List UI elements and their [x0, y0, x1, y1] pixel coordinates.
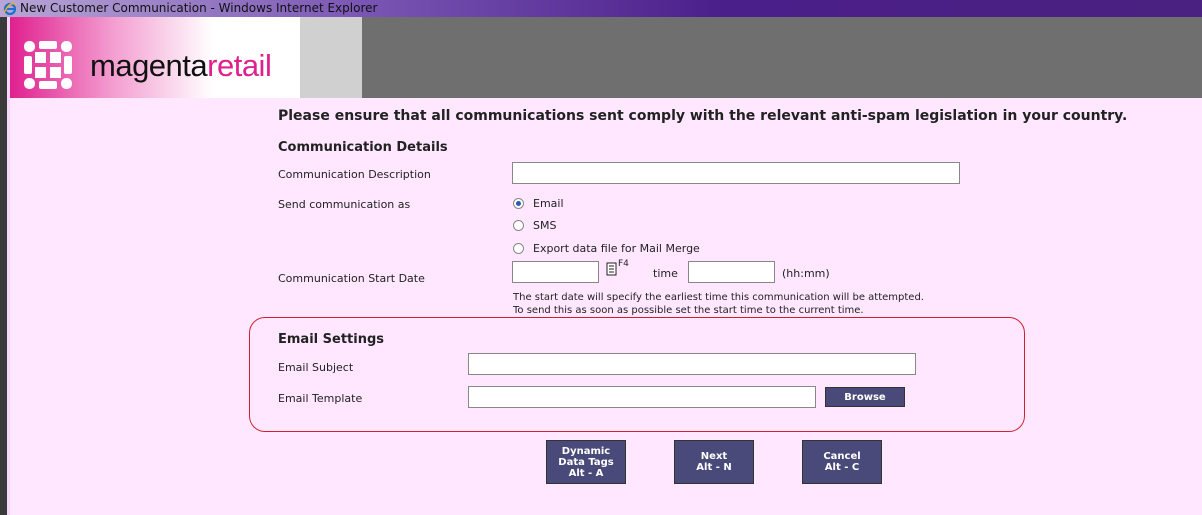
email-template-label: Email Template	[278, 392, 363, 405]
dynamic-data-tags-line1: Dynamic	[561, 445, 611, 457]
export-option-label: Export data file for Mail Merge	[533, 242, 700, 255]
email-subject-label: Email Subject	[278, 361, 354, 374]
next-button[interactable]: Next Alt - N	[674, 440, 754, 484]
calendar-icon	[606, 262, 617, 276]
send-as-export-option[interactable]: Export data file for Mail Merge	[513, 242, 700, 255]
send-as-sms-option[interactable]: SMS	[513, 219, 556, 232]
cancel-button[interactable]: Cancel Alt - C	[802, 440, 882, 484]
email-template-input[interactable]	[468, 386, 816, 408]
sms-radio[interactable]	[513, 220, 524, 231]
start-date-hint-line2: To send this as soon as possible set the…	[513, 305, 864, 316]
brand-name-part2: retail	[207, 48, 272, 83]
send-as-label: Send communication as	[278, 198, 411, 211]
next-shortcut: Alt - N	[696, 462, 732, 473]
header-gray-block	[300, 17, 362, 98]
start-date-hint: The start date will specify the earliest…	[513, 291, 924, 317]
window-title: New Customer Communication - Windows Int…	[20, 1, 378, 15]
calendar-button[interactable]: F4	[606, 259, 630, 278]
description-label: Communication Description	[278, 168, 431, 181]
email-settings-title: Email Settings	[278, 332, 384, 347]
dynamic-data-tags-button[interactable]: Dynamic Data Tags Alt - A	[546, 440, 626, 484]
ie-icon	[3, 2, 17, 16]
email-subject-input[interactable]	[468, 353, 916, 375]
app-header: magentaretail	[10, 17, 1202, 98]
calendar-shortcut-hint: F4	[618, 259, 629, 269]
logo-mark-icon	[24, 41, 72, 89]
brand-name-part1: magenta	[90, 48, 208, 83]
export-radio[interactable]	[513, 243, 524, 254]
email-option-label: Email	[533, 197, 564, 210]
start-date-label: Communication Start Date	[278, 272, 425, 285]
logo: magentaretail	[10, 17, 300, 98]
anti-spam-notice: Please ensure that all communications se…	[278, 108, 1128, 124]
brand-name: magentaretail	[90, 48, 272, 84]
sms-option-label: SMS	[533, 219, 557, 232]
start-time-input[interactable]	[688, 261, 775, 283]
start-date-hint-line1: The start date will specify the earliest…	[513, 292, 924, 303]
next-label: Next	[700, 451, 728, 462]
communication-details-title: Communication Details	[278, 140, 448, 155]
send-as-email-option[interactable]: Email	[513, 197, 564, 210]
window-titlebar: New Customer Communication - Windows Int…	[0, 0, 1202, 17]
time-format-hint: (hh:mm)	[782, 267, 830, 280]
dynamic-data-tags-line2: Data Tags	[558, 456, 614, 468]
start-date-input[interactable]	[512, 261, 599, 283]
cancel-shortcut: Alt - C	[824, 462, 860, 473]
main-content: Please ensure that all communications se…	[0, 98, 1202, 515]
cancel-label: Cancel	[823, 451, 861, 462]
email-radio[interactable]	[513, 198, 524, 209]
communication-description-input[interactable]	[512, 162, 960, 184]
time-label: time	[653, 267, 678, 280]
dynamic-data-tags-shortcut: Alt - A	[568, 467, 604, 479]
browse-button[interactable]: Browse	[825, 387, 905, 407]
